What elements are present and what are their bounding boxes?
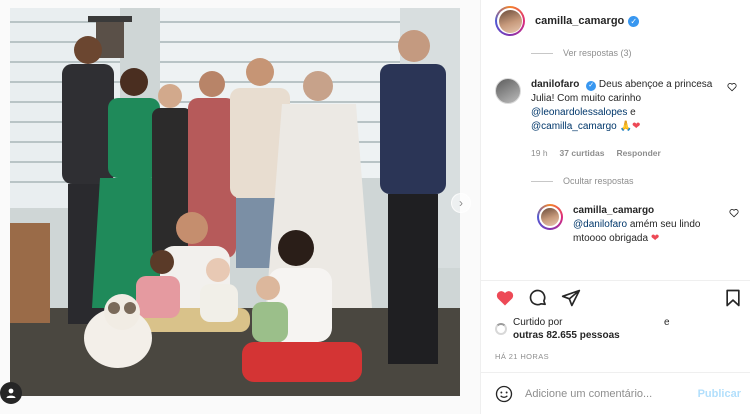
verified-icon: ✓ xyxy=(586,81,597,91)
chevron-right-icon: › xyxy=(459,196,463,210)
user-tag-button[interactable] xyxy=(0,382,22,404)
mention-link[interactable]: @camilla_camargo xyxy=(531,121,617,132)
comment-meta: 19 h 37 curtidas Responder xyxy=(531,148,661,158)
author-avatar[interactable] xyxy=(495,6,525,36)
publish-button[interactable]: Publicar xyxy=(698,388,741,400)
loading-spinner-icon xyxy=(495,323,507,335)
user-tag-icon xyxy=(6,388,16,398)
next-photo-button[interactable]: › xyxy=(451,193,471,213)
divider xyxy=(481,280,750,281)
commenter-username[interactable]: danilofaro xyxy=(531,79,579,90)
post-side-panel: camilla_camargo ✓ Ver respostas (3) dani… xyxy=(480,0,750,414)
bookmark-icon[interactable] xyxy=(723,288,743,308)
post-header: camilla_camargo ✓ xyxy=(481,0,750,42)
direct-share-icon[interactable] xyxy=(561,288,581,308)
post-timestamp[interactable]: HÁ 21 HORAS xyxy=(495,352,549,361)
mention-link[interactable]: @leonardolessalopes xyxy=(531,107,627,118)
reply-avatar[interactable] xyxy=(537,204,563,230)
photo-panel: › xyxy=(0,0,471,414)
author-username[interactable]: camilla_camargo xyxy=(535,15,624,27)
emoji: 🙏❤ xyxy=(619,121,641,132)
reply-text: camilla_camargo @danilofaro amém seu lin… xyxy=(573,205,701,244)
hide-replies-toggle[interactable]: Ocultar respostas xyxy=(531,176,634,186)
commenter-avatar[interactable] xyxy=(495,78,521,104)
heart-filled-icon[interactable] xyxy=(495,288,515,308)
reply-username[interactable]: camilla_camargo xyxy=(573,205,654,216)
comment-likes-count[interactable]: 37 curtidas xyxy=(560,148,605,158)
comment-like-icon[interactable] xyxy=(727,82,737,92)
comment: danilofaro ✓ Deus abençoe a princesa Jul… xyxy=(495,78,745,168)
action-bar xyxy=(495,288,743,310)
mention-link[interactable]: @danilofaro xyxy=(573,219,627,230)
view-replies-toggle[interactable]: Ver respostas (3) xyxy=(531,48,632,58)
verified-icon: ✓ xyxy=(628,15,640,27)
comment-input[interactable] xyxy=(525,388,698,400)
reply-button[interactable]: Responder xyxy=(616,148,660,158)
reply-like-icon[interactable] xyxy=(729,208,739,218)
post-photo[interactable] xyxy=(10,8,460,396)
liked-by: Curtido por e outras 82.655 pessoas xyxy=(495,316,670,342)
emoji: ❤ xyxy=(650,233,660,244)
divider xyxy=(481,372,750,373)
instagram-post-view: › camilla_camargo ✓ Ver respostas (3) da… xyxy=(0,0,750,414)
emoji-icon[interactable] xyxy=(495,385,513,403)
reply-comment: camilla_camargo @danilofaro amém seu lin… xyxy=(537,204,747,268)
comment-icon[interactable] xyxy=(528,288,548,308)
comment-text: danilofaro ✓ Deus abençoe a princesa Jul… xyxy=(531,79,713,132)
add-comment-bar: Publicar xyxy=(481,374,750,414)
likes-count-link[interactable]: outras 82.655 pessoas xyxy=(513,330,620,341)
